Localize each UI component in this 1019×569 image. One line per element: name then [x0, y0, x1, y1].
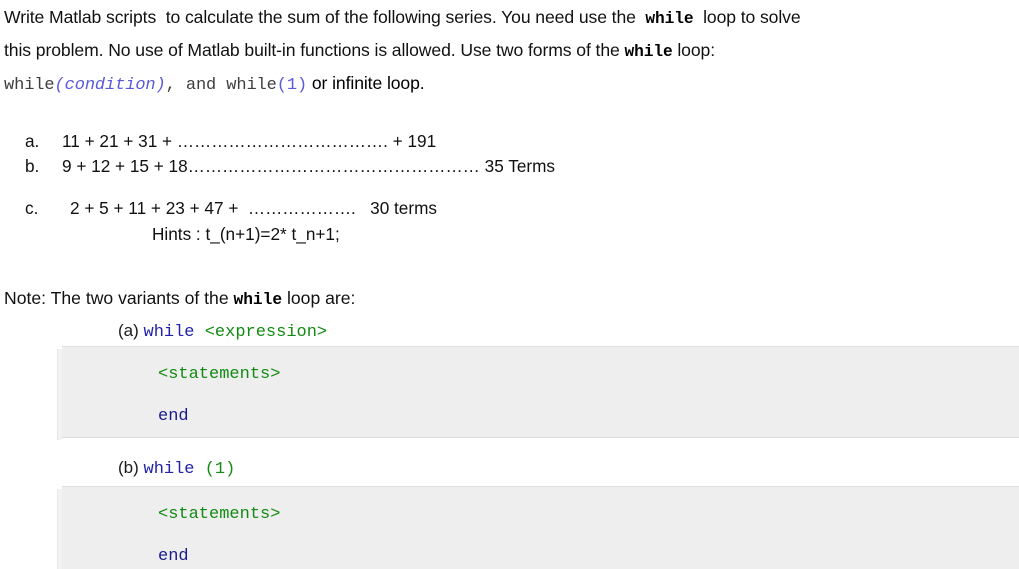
code-block-variant-b: <statements> end	[57, 486, 1019, 569]
code-line-statements-a: <statements>	[158, 365, 281, 384]
code-line-end-a: end	[158, 407, 189, 426]
inline-code-while-2: while	[624, 43, 673, 61]
code-and-while: , and while	[165, 76, 277, 95]
code-line-end-b: end	[158, 547, 189, 566]
note-line: Note: The two variants of the while loop…	[4, 288, 355, 309]
code-while-keyword-3: while	[4, 76, 55, 95]
series-item-c: c. 2 + 5 + 11 + 23 + 47 + ………………. 30 ter…	[0, 198, 1019, 223]
series-marker-b: b.	[25, 156, 40, 176]
intro-line-2-text-before: this problem. No use of Matlab built-in …	[4, 40, 625, 60]
variant-a-argument: <expression>	[194, 323, 328, 342]
intro-paragraph: Write Matlab scripts to calculate the su…	[4, 2, 1016, 101]
intro-line-1-text-before: Write Matlab scripts to calculate the su…	[4, 7, 646, 27]
series-marker-a: a.	[25, 131, 40, 151]
series-list: a. 11 + 21 + 31 + ………………………………. + 191 b.…	[0, 131, 1019, 249]
document-page: Write Matlab scripts to calculate the su…	[0, 0, 1019, 569]
code-block-variant-a: <statements> end	[57, 346, 1019, 440]
intro-line-3-tail: or infinite loop.	[307, 73, 425, 93]
variant-b-label: (b)	[118, 458, 144, 477]
intro-line-2-text-after: loop:	[672, 40, 716, 60]
series-marker-c: c.	[25, 198, 39, 218]
variant-b-keyword: while	[143, 460, 195, 479]
series-hint-text: Hints : t_(n+1)=2* t_n+1;	[152, 224, 340, 244]
series-text-a: 11 + 21 + 31 + ………………………………. + 191	[62, 131, 437, 151]
variant-a-heading: (a) while <expression>	[118, 321, 327, 342]
series-text-b: 9 + 12 + 15 + 18…………………………………………… 35 Ter…	[62, 156, 556, 176]
intro-line-1-text-after: loop to solve	[693, 7, 801, 27]
code-condition-placeholder: (condition)	[54, 76, 166, 95]
series-text-c: 2 + 5 + 11 + 23 + 47 + ………………. 30 terms	[70, 198, 437, 218]
variant-a-label: (a)	[118, 321, 144, 340]
series-item-a: a. 11 + 21 + 31 + ………………………………. + 191	[0, 131, 1019, 156]
variant-a-keyword: while	[143, 323, 195, 342]
series-hint-row: Hints : t_(n+1)=2* t_n+1;	[0, 224, 1019, 249]
code-line-statements-b: <statements>	[158, 505, 281, 524]
series-item-b: b. 9 + 12 + 15 + 18…………………………………………… 35 …	[0, 156, 1019, 181]
intro-line-1: Write Matlab scripts to calculate the su…	[4, 2, 1016, 35]
note-prefix: Note: The two variants of the	[4, 288, 234, 308]
intro-line-2: this problem. No use of Matlab built-in …	[4, 35, 1016, 68]
variant-b-heading: (b) while (1)	[118, 458, 235, 479]
intro-line-3: while(condition), and while(1) or infini…	[4, 68, 1016, 101]
variant-b-argument: (1)	[194, 460, 236, 479]
inline-code-while-1: while	[645, 10, 694, 28]
note-suffix: loop are:	[282, 288, 356, 308]
code-one-literal: (1)	[276, 76, 308, 95]
inline-code-while-note: while	[233, 291, 283, 309]
